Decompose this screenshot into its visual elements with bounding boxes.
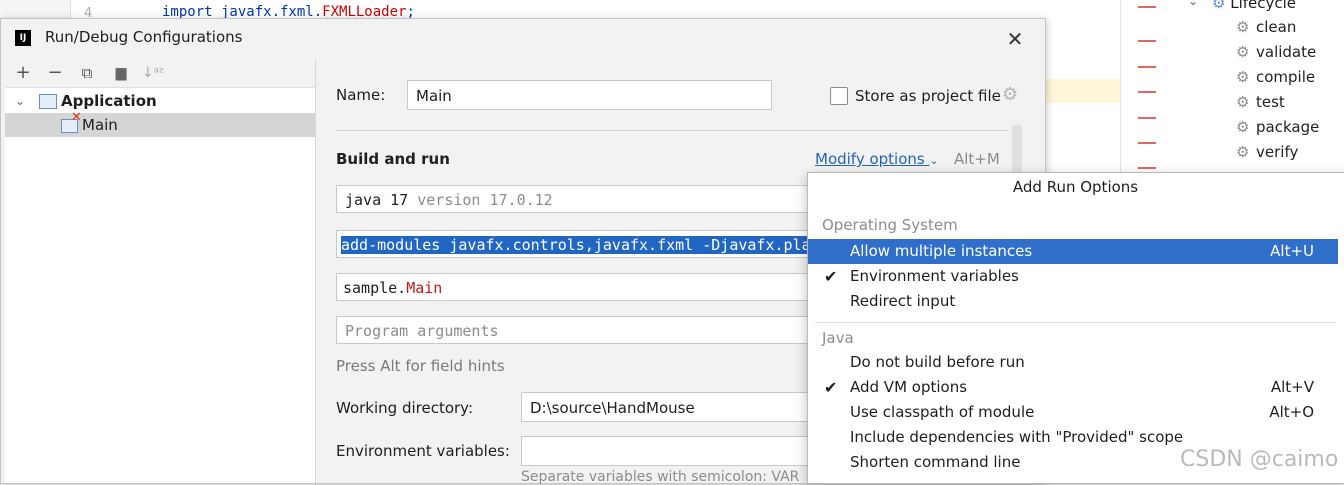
option-allow-multiple-instances[interactable]: Allow multiple instances Alt+U: [808, 239, 1338, 264]
application-icon: [39, 94, 57, 109]
program-arguments-input[interactable]: Program arguments: [336, 316, 816, 344]
tree-toolbar: + − ⧉ ▆ ↓ᵃᶻ: [5, 59, 315, 88]
working-directory-input[interactable]: D:\source\HandMouse: [521, 392, 816, 422]
main-class-input[interactable]: sample.Main: [336, 273, 816, 301]
name-label: Name:: [336, 86, 386, 104]
section-separator: [336, 130, 1008, 131]
option-environment-variables[interactable]: ✔ Environment variables: [808, 264, 1338, 289]
sort-icon[interactable]: ↓ᵃᶻ: [141, 61, 165, 85]
environment-variables-input[interactable]: [521, 436, 816, 466]
check-icon: ✔: [824, 378, 838, 397]
gear-icon: ⚙: [1236, 18, 1250, 36]
vm-options-selection: add-modules javafx.controls,javafx.fxml …: [341, 236, 811, 254]
name-input[interactable]: Main: [407, 80, 772, 110]
jdk-version: version 17.0.12: [417, 191, 553, 209]
store-as-project-label: Store as project file: [855, 87, 1001, 105]
chevron-down-icon[interactable]: ⌄: [1188, 0, 1198, 8]
group-java: Java: [822, 329, 854, 347]
gear-icon: ⚙: [1236, 93, 1250, 111]
check-icon: ✔: [824, 267, 838, 286]
environment-variables-hint: Separate variables with semicolon: VAR: [521, 469, 800, 485]
maven-lifecycle-node[interactable]: ⚙ Lifecycle: [1212, 0, 1296, 12]
add-icon[interactable]: +: [11, 61, 35, 85]
group-operating-system: Operating System: [822, 216, 958, 234]
maven-goal-compile[interactable]: ⚙ compile: [1236, 65, 1315, 89]
maven-goal-validate[interactable]: ⚙ validate: [1236, 40, 1316, 64]
lifecycle-label: Lifecycle: [1230, 0, 1297, 12]
option-do-not-build[interactable]: Do not build before run: [808, 350, 1338, 375]
jdk-name: java 17: [345, 191, 409, 209]
maven-goal-test[interactable]: ⚙ test: [1236, 90, 1285, 114]
gear-icon: ⚙: [1236, 68, 1250, 86]
error-x-icon: ✕: [71, 110, 82, 125]
vm-options-input[interactable]: add-modules javafx.controls,javafx.fxml …: [336, 230, 816, 258]
gear-icon: ⚙: [1236, 118, 1250, 136]
intellij-logo-icon: IJ: [15, 30, 31, 46]
field-hints-text: Press Alt for field hints: [336, 357, 505, 375]
maven-change-stripe: [1138, 0, 1156, 200]
dialog-title: Run/Debug Configurations: [45, 28, 243, 46]
popup-separator: [815, 322, 1335, 323]
lifecycle-icon: ⚙: [1212, 0, 1226, 12]
close-button[interactable]: ✕: [1001, 25, 1029, 53]
popup-title: Add Run Options: [1012, 178, 1139, 196]
main-label: Main: [82, 116, 118, 134]
gear-icon: ⚙: [1002, 84, 1019, 105]
environment-variables-label: Environment variables:: [336, 442, 510, 460]
remove-icon[interactable]: −: [43, 61, 67, 85]
modify-options-shortcut: Alt+M: [954, 150, 1000, 168]
watermark: CSDN @caimo: [1180, 447, 1339, 472]
tree-item-main[interactable]: ✕ Main: [5, 110, 315, 137]
maven-goal-verify[interactable]: ⚙ verify: [1236, 140, 1298, 164]
modify-options-link[interactable]: Modify options ⌄: [815, 150, 939, 168]
gear-icon: ⚙: [1236, 143, 1250, 161]
maven-goal-clean[interactable]: ⚙ clean: [1236, 15, 1296, 39]
jdk-select[interactable]: java 17 version 17.0.12: [336, 185, 816, 213]
folder-icon[interactable]: ▆: [109, 61, 133, 85]
editor-line-highlight: [1040, 79, 1130, 103]
store-as-project-checkbox[interactable]: [830, 87, 848, 105]
gear-icon: ⚙: [1236, 43, 1250, 61]
option-use-classpath-of-module[interactable]: Use classpath of module Alt+O: [808, 400, 1338, 425]
copy-icon[interactable]: ⧉: [75, 61, 99, 85]
section-title: Build and run: [336, 150, 450, 168]
tree-item-application[interactable]: ⌄ Application: [5, 89, 315, 113]
maven-goal-package[interactable]: ⚙ package: [1236, 115, 1319, 139]
option-redirect-input[interactable]: Redirect input: [808, 289, 1338, 314]
option-add-vm-options[interactable]: ✔ Add VM options Alt+V: [808, 375, 1338, 400]
working-directory-label: Working directory:: [336, 399, 474, 417]
chevron-down-icon: ⌄: [929, 154, 939, 167]
chevron-down-icon[interactable]: ⌄: [15, 89, 25, 113]
